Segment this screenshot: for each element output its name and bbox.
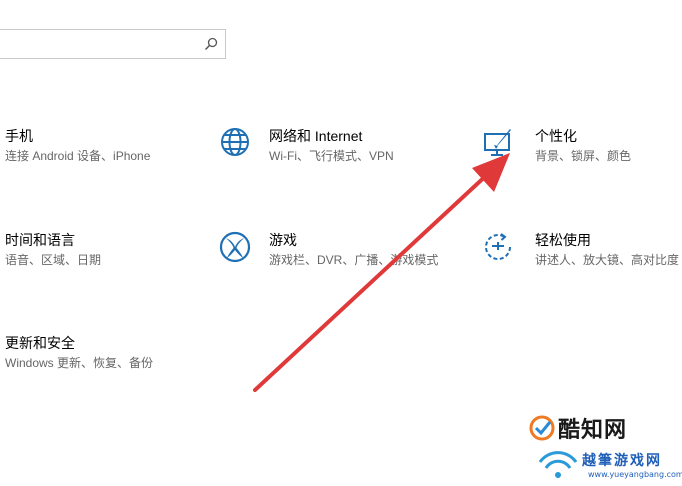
- search-icon[interactable]: [204, 37, 218, 51]
- tile-title: 轻松使用: [535, 232, 591, 248]
- ease-of-access-icon: [485, 233, 511, 260]
- watermark: 酷知网 越筆游戏网 www.yueyangbang.com: [522, 410, 682, 486]
- search-input[interactable]: [7, 34, 201, 56]
- xbox-icon: [219, 231, 251, 263]
- tile-description: Wi-Fi、飞行模式、VPN: [269, 149, 394, 163]
- tile-description: 游戏栏、DVR、广播、游戏模式: [269, 253, 439, 267]
- tile-description: 语音、区域、日期: [5, 253, 102, 267]
- watermark-url: www.yueyangbang.com: [588, 470, 682, 479]
- tile-title: 网络和 Internet: [269, 128, 363, 144]
- tile-title: 个性化: [535, 128, 577, 144]
- tile-description: 讲述人、放大镜、高对比度: [535, 253, 680, 267]
- tile-title: 时间和语言: [5, 232, 75, 248]
- tile-description: 背景、锁屏、颜色: [535, 149, 632, 163]
- tile-description: Windows 更新、恢复、备份: [5, 356, 154, 370]
- tile-description: 连接 Android 设备、iPhone: [5, 149, 151, 163]
- tile-title: 手机: [5, 128, 33, 144]
- watermark-brand: 酷知网: [558, 418, 628, 443]
- watermark-wifi-icon: [538, 451, 578, 478]
- globe-icon: [221, 128, 249, 156]
- watermark-site: 越筆游戏网: [582, 453, 662, 469]
- watermark-logo-icon: [529, 415, 555, 441]
- tile-title: 游戏: [269, 232, 297, 248]
- search-box[interactable]: [0, 29, 226, 59]
- personalization-icon: [484, 129, 511, 156]
- tile-title: 更新和安全: [5, 335, 75, 351]
